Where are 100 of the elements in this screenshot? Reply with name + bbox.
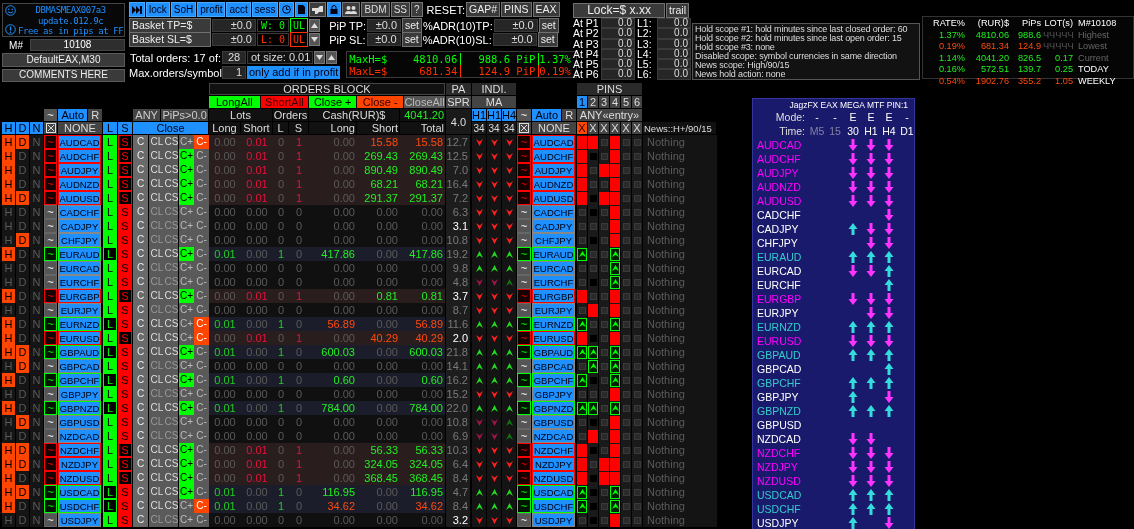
pin-marker[interactable] [600, 418, 608, 426]
trend-button[interactable]: ~ [44, 415, 57, 429]
long-button[interactable]: L [103, 359, 117, 373]
symbol-button[interactable]: USDCHF [532, 499, 575, 513]
close-loss-button[interactable]: C- [194, 429, 209, 443]
trend-button[interactable]: ~ [44, 303, 57, 317]
flag-header-button[interactable]: N [30, 122, 43, 134]
pin-marker[interactable] [622, 236, 630, 244]
pin-marker[interactable] [622, 194, 630, 202]
long-button[interactable]: L [103, 219, 117, 233]
long-button[interactable]: L [103, 471, 117, 485]
pin-marker[interactable] [588, 135, 598, 149]
pin-marker[interactable] [589, 488, 597, 496]
lock-value-field[interactable]: 0.0 [657, 48, 691, 60]
symbol-button[interactable]: USDJPY [532, 513, 575, 527]
adr-value-field[interactable]: ±0.0 [493, 19, 538, 32]
pip-value-field[interactable]: ±0.0 [366, 33, 401, 46]
close-short-button[interactable]: CS [165, 135, 178, 149]
close-short-button[interactable]: CS [165, 149, 178, 163]
long-button[interactable]: L [103, 331, 117, 345]
pin-marker[interactable] [600, 348, 608, 356]
pin-marker[interactable] [600, 334, 608, 342]
pin-marker[interactable] [600, 488, 608, 496]
close-long-button[interactable]: CL [149, 163, 165, 177]
pin-marker[interactable] [600, 222, 608, 230]
pin-marker[interactable] [633, 460, 641, 468]
pin-up-marker[interactable] [588, 401, 598, 415]
close-profit-button[interactable]: C+ [179, 457, 194, 471]
trend-button[interactable]: ~ [44, 205, 57, 219]
close-short-button[interactable]: CS [165, 247, 178, 261]
trend-button[interactable]: ~ [44, 499, 57, 513]
lock-value-field[interactable]: 0.0 [601, 69, 635, 80]
long-button[interactable]: L [103, 135, 117, 149]
lock-value-field[interactable]: 0.0 [601, 28, 635, 39]
c-button[interactable]: C [133, 471, 148, 485]
d-toggle-button[interactable]: D [16, 359, 29, 373]
h-toggle-button[interactable]: H [2, 163, 15, 177]
trend-button[interactable]: ~ [44, 513, 57, 527]
pin-marker[interactable] [577, 457, 587, 471]
symbol-button[interactable]: NZDCHF [58, 443, 101, 457]
comments-button[interactable]: COMMENTS HERE [2, 68, 125, 82]
timeframe-button[interactable]: H1 [487, 109, 501, 121]
lock-value-field[interactable]: 0.0 [601, 59, 635, 70]
pin-up-marker[interactable] [577, 499, 587, 513]
close-profit-button[interactable]: C+ [179, 275, 194, 289]
toolbar-button[interactable]: SoH [170, 2, 197, 17]
order-action-button[interactable]: Close - [357, 96, 404, 108]
trend-button[interactable]: ~ [517, 331, 531, 345]
pin-marker[interactable] [610, 443, 620, 457]
close-profit-button[interactable]: C+ [179, 471, 194, 485]
short-button[interactable]: S [118, 345, 132, 359]
pin-up-marker[interactable] [577, 373, 587, 387]
trend-button[interactable]: ~ [44, 471, 57, 485]
symbol-button[interactable]: GBPCAD [532, 359, 575, 373]
close-short-button[interactable]: CS [165, 485, 178, 499]
close-loss-button[interactable]: C- [194, 163, 209, 177]
set-button[interactable]: set [537, 32, 558, 47]
long-button[interactable]: L [103, 275, 117, 289]
h-toggle-button[interactable]: H [2, 331, 15, 345]
trend-button[interactable]: ~ [517, 233, 531, 247]
close-profit-button[interactable]: C+ [179, 401, 194, 415]
toolbar-button[interactable]: ? [410, 2, 423, 17]
pin-marker[interactable] [633, 376, 641, 384]
short-button[interactable]: S [118, 219, 132, 233]
close-loss-button[interactable]: C- [194, 345, 209, 359]
close-profit-button[interactable]: C+ [179, 177, 194, 191]
pin-marker[interactable] [610, 135, 620, 149]
close-loss-button[interactable]: C- [194, 373, 209, 387]
pin-marker[interactable] [589, 152, 597, 160]
pin-marker[interactable] [610, 191, 620, 205]
pin-marker[interactable] [633, 390, 641, 398]
pin-marker[interactable] [588, 429, 598, 443]
pin-marker[interactable] [600, 390, 608, 398]
lot-down-button[interactable] [314, 51, 325, 64]
symbol-button[interactable]: GBPCHF [58, 373, 101, 387]
pin-marker[interactable] [622, 222, 630, 230]
symbol-button[interactable]: EURJPY [58, 303, 101, 317]
c-button[interactable]: C [133, 261, 148, 275]
close-loss-button[interactable]: C- [194, 401, 209, 415]
pin-marker[interactable] [622, 502, 630, 510]
pin-marker[interactable] [589, 390, 597, 398]
close-profit-button[interactable]: C+ [179, 429, 194, 443]
pin-up-marker[interactable] [577, 317, 587, 331]
trend-button[interactable]: ~ [517, 429, 531, 443]
pin-marker[interactable] [622, 516, 630, 524]
close-profit-button[interactable]: C+ [179, 289, 194, 303]
pin-marker[interactable] [589, 250, 597, 258]
close-long-button[interactable]: CL [149, 177, 165, 191]
pin-marker[interactable] [622, 180, 630, 188]
close-loss-button[interactable]: C- [194, 387, 209, 401]
long-button[interactable]: L [103, 289, 117, 303]
close-short-button[interactable]: CS [165, 191, 178, 205]
lock-value-field[interactable]: 0.0 [657, 59, 691, 70]
pin-marker[interactable] [578, 390, 586, 398]
c-button[interactable]: C [133, 191, 148, 205]
pin-marker[interactable] [622, 292, 630, 300]
short-button[interactable]: S [118, 289, 132, 303]
pin-marker[interactable] [589, 502, 597, 510]
pin-marker[interactable] [622, 250, 630, 258]
pin-marker[interactable] [577, 149, 587, 163]
